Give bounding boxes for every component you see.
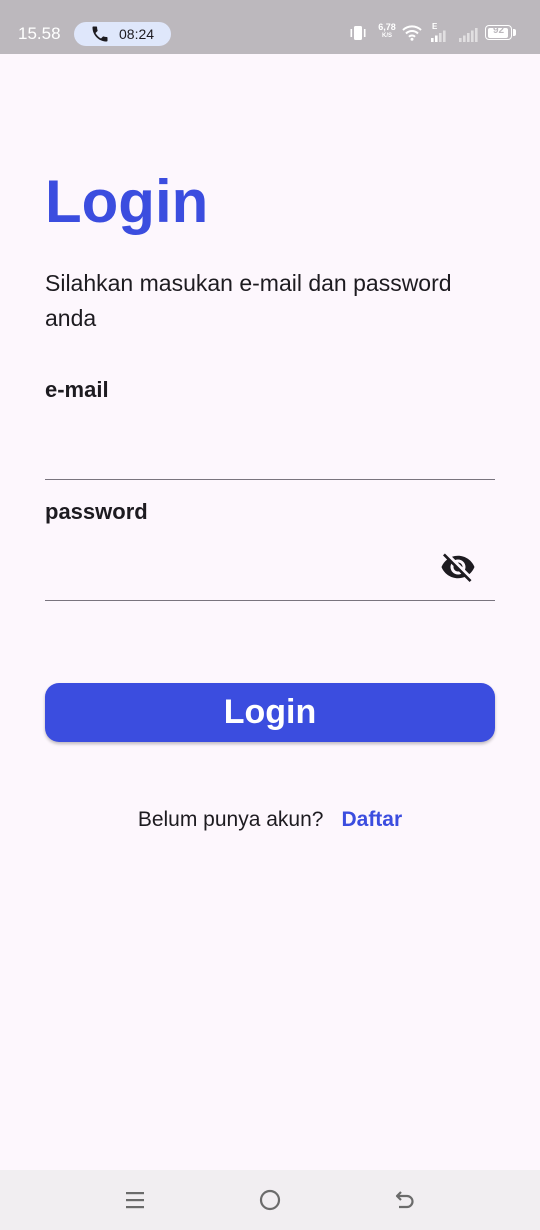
ongoing-call-chip[interactable]: 08:24: [74, 22, 171, 46]
password-visibility-toggle[interactable]: [439, 550, 477, 584]
visibility-off-icon: [441, 553, 475, 582]
menu-icon: [126, 1192, 144, 1209]
register-link[interactable]: Daftar: [341, 808, 402, 832]
email-label: e-mail: [45, 377, 109, 402]
call-duration: 08:24: [119, 26, 155, 42]
password-field[interactable]: [45, 557, 495, 601]
navigation-bar: [0, 1170, 540, 1230]
email-field[interactable]: [45, 436, 495, 480]
signal-icon-sim1: [431, 30, 446, 42]
login-button[interactable]: Login: [45, 683, 495, 742]
status-bar: 15.58 08:24 6,78 K/S E 92: [0, 0, 540, 54]
register-prompt: Belum punya akun?: [137, 808, 324, 831]
network-speed-value: 6,78: [378, 22, 396, 32]
page-title: Login: [45, 168, 209, 235]
phone-icon: [92, 26, 108, 42]
password-label: password: [45, 499, 148, 524]
battery-tip: [513, 29, 516, 36]
battery-percent: 92: [492, 25, 505, 36]
network-speed: 6,78 K/S: [374, 23, 400, 40]
register-row: Belum punya akun? Daftar: [0, 808, 540, 832]
recent-apps-button[interactable]: [120, 1185, 150, 1215]
status-time: 15.58: [18, 24, 61, 43]
network-speed-unit: K/S: [381, 33, 392, 39]
back-button[interactable]: [390, 1185, 420, 1215]
wifi-icon: [402, 25, 422, 41]
home-icon: [259, 1189, 281, 1211]
back-icon: [395, 1191, 414, 1209]
vibrate-icon: [350, 26, 366, 40]
home-button[interactable]: [255, 1185, 285, 1215]
battery-icon: 92: [485, 25, 512, 40]
login-instructions: Silahkan masukan e-mail dan password and…: [45, 270, 452, 331]
signal-icon-sim2: [459, 28, 478, 42]
